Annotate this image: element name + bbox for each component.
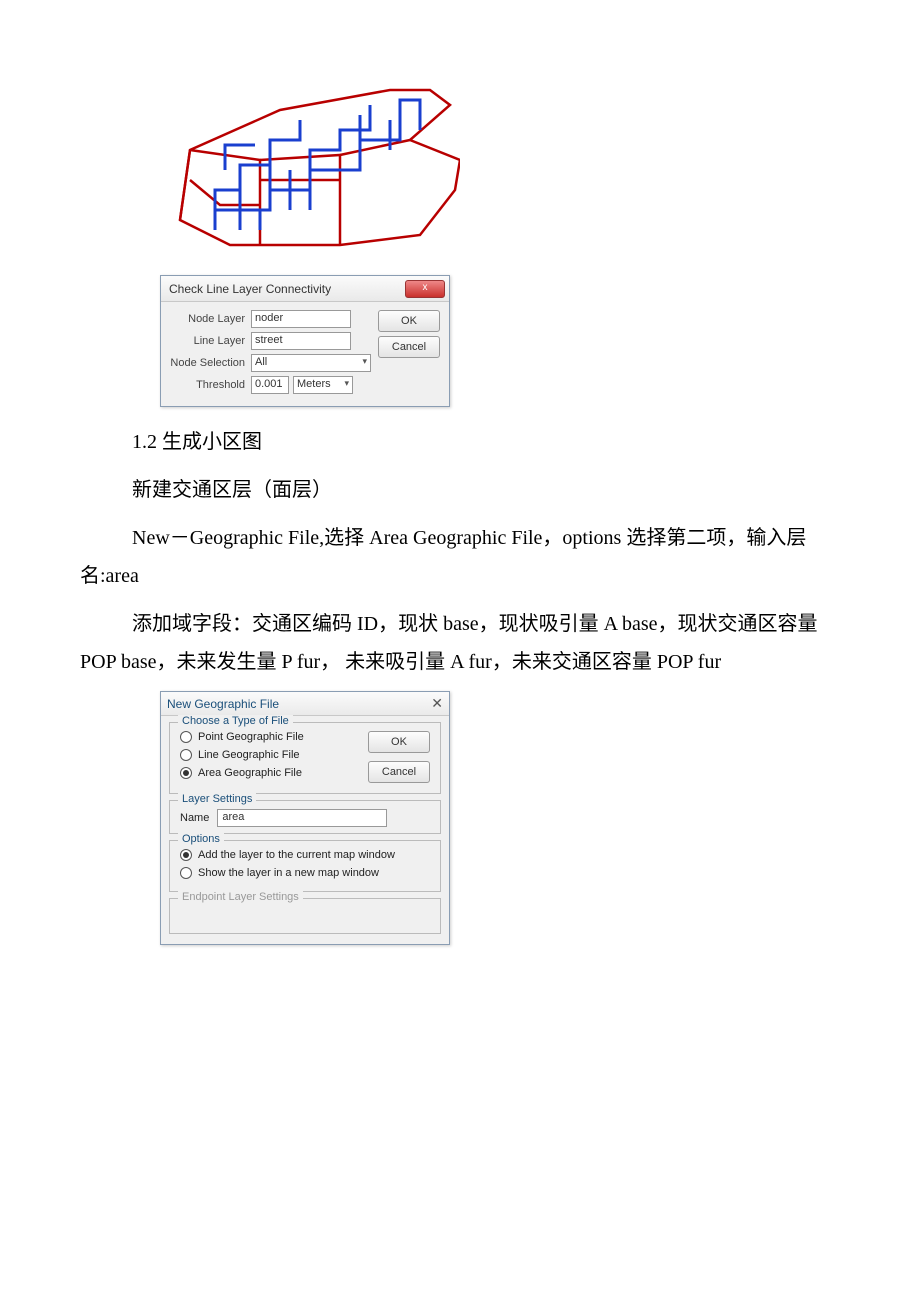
node-selection-label: Node Selection <box>165 357 251 369</box>
bullet-paragraph-3: 添加域字段：交通区编码 ID，现状 base，现状吸引量 A base，现状交通… <box>80 605 840 681</box>
name-row: Name area <box>180 809 430 827</box>
node-layer-row: Node Layer noder <box>165 310 371 328</box>
node-layer-label: Node Layer <box>165 313 251 325</box>
check-connectivity-dialog: Check Line Layer Connectivity x Node Lay… <box>160 275 450 407</box>
options-group: Options Add the layer to the current map… <box>169 840 441 892</box>
bullet-paragraph-2: New－Geographic File,选择 Area Geographic F… <box>80 519 840 595</box>
button-column: OK Cancel <box>377 310 441 398</box>
type-radio-options: Point Geographic File Line Geographic Fi… <box>180 731 364 787</box>
area-file-radio[interactable]: Area Geographic File <box>180 767 364 779</box>
line-layer-row: Line Layer street <box>165 332 371 350</box>
line-file-radio[interactable]: Line Geographic File <box>180 749 364 761</box>
dialog-body: Node Layer noder Line Layer street Node … <box>161 302 449 406</box>
dialog2-titlebar: New Geographic File ✕ <box>161 692 449 716</box>
line-file-label: Line Geographic File <box>198 749 300 761</box>
line-layer-value: street <box>251 332 351 350</box>
show-layer-radio[interactable]: Show the layer in a new map window <box>180 867 430 879</box>
area-file-label: Area Geographic File <box>198 767 302 779</box>
add-layer-radio[interactable]: Add the layer to the current map window <box>180 849 430 861</box>
cancel-button[interactable]: Cancel <box>378 336 440 358</box>
node-selection-select[interactable]: All <box>251 354 371 372</box>
layer-group-legend: Layer Settings <box>178 793 256 805</box>
section-heading: 1.2 生成小区图 <box>80 423 840 461</box>
dialog2-buttons: OK Cancel <box>364 731 430 787</box>
radio-icon <box>180 867 192 879</box>
cancel-button[interactable]: Cancel <box>368 761 430 783</box>
ok-button[interactable]: OK <box>378 310 440 332</box>
layer-settings-group: Layer Settings Name area <box>169 800 441 834</box>
name-label: Name <box>180 812 209 824</box>
dialog-title: Check Line Layer Connectivity <box>169 282 331 296</box>
type-group-body: Point Geographic File Line Geographic Fi… <box>180 731 430 787</box>
endpoint-layer-group: Endpoint Layer Settings <box>169 898 441 934</box>
radio-icon <box>180 749 192 761</box>
threshold-row: Threshold 0.001 Meters <box>165 376 371 394</box>
radio-icon <box>180 767 192 779</box>
document-page: Check Line Layer Connectivity x Node Lay… <box>0 0 920 985</box>
bullet3-text: 添加域字段：交通区编码 ID，现状 base，现状吸引量 A base，现状交通… <box>80 613 818 673</box>
show-layer-label: Show the layer in a new map window <box>198 867 379 879</box>
threshold-label: Threshold <box>165 379 251 391</box>
network-map <box>160 80 460 260</box>
close-button[interactable]: ✕ <box>431 695 443 712</box>
dialog2-title: New Geographic File <box>167 697 279 711</box>
close-button[interactable]: x <box>405 280 445 298</box>
type-group-legend: Choose a Type of File <box>178 715 293 727</box>
endpoint-group-legend: Endpoint Layer Settings <box>178 891 303 903</box>
threshold-units-select[interactable]: Meters <box>293 376 353 394</box>
add-layer-label: Add the layer to the current map window <box>198 849 395 861</box>
spacer <box>161 938 449 944</box>
options-group-legend: Options <box>178 833 224 845</box>
ok-button[interactable]: OK <box>368 731 430 753</box>
type-of-file-group: Choose a Type of File Point Geographic F… <box>169 722 441 794</box>
name-input[interactable]: area <box>217 809 387 827</box>
node-selection-row: Node Selection All <box>165 354 371 372</box>
form-column: Node Layer noder Line Layer street Node … <box>165 310 371 398</box>
point-file-radio[interactable]: Point Geographic File <box>180 731 364 743</box>
node-layer-value: noder <box>251 310 351 328</box>
bullet-paragraph-1: 新建交通区层（面层） <box>80 471 840 509</box>
point-file-label: Point Geographic File <box>198 731 304 743</box>
threshold-input[interactable]: 0.001 <box>251 376 289 394</box>
new-geographic-file-dialog: New Geographic File ✕ Choose a Type of F… <box>160 691 450 945</box>
radio-icon <box>180 849 192 861</box>
line-layer-label: Line Layer <box>165 335 251 347</box>
map-figure <box>160 80 840 265</box>
radio-icon <box>180 731 192 743</box>
bullet2-text: New－Geographic File,选择 Area Geographic F… <box>80 527 806 587</box>
dialog-titlebar: Check Line Layer Connectivity x <box>161 276 449 302</box>
